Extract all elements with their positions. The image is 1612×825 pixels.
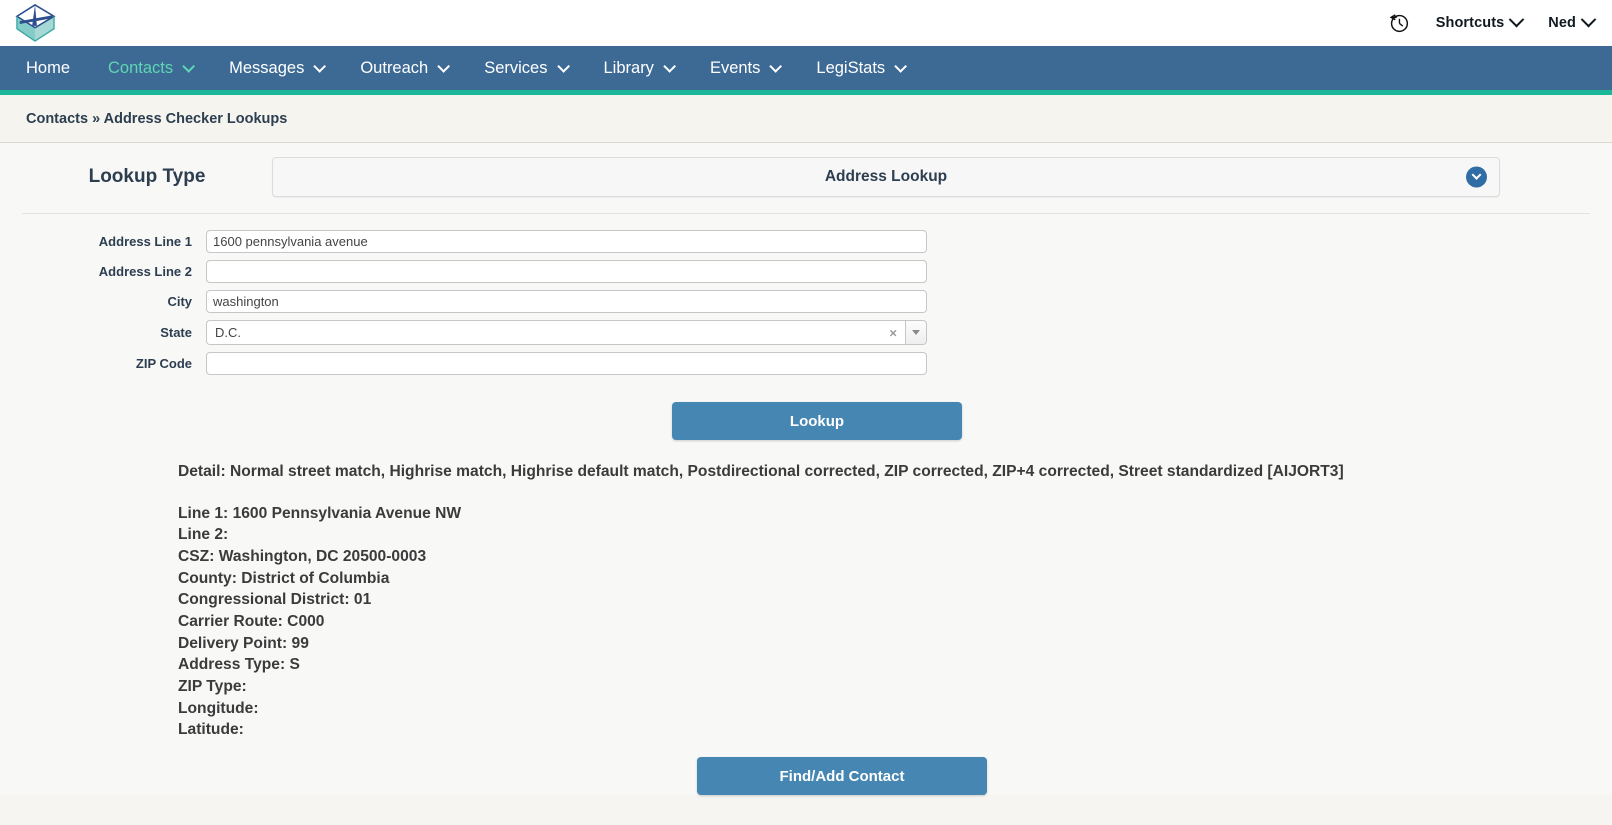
nav-item-label: Outreach [360, 58, 429, 77]
user-label: Ned [1548, 14, 1576, 31]
shortcuts-menu[interactable]: Shortcuts [1435, 11, 1525, 31]
chevron-down-icon [182, 59, 196, 73]
result-line: Address Type: S [178, 656, 300, 674]
result-line: Line 2: [178, 526, 229, 544]
nav-item-label: Home [26, 58, 71, 77]
field-label: ZIP Code [135, 356, 192, 371]
envelope-arrow-logo-icon[interactable] [14, 3, 56, 43]
breadcrumb[interactable]: Contacts » Address Checker Lookups [26, 111, 287, 127]
lookup-type-selected-value: Address Lookup [824, 168, 948, 185]
result-line: County: District of Columbia [178, 569, 390, 587]
nav-item-label: Contacts [108, 58, 174, 77]
result-line: Longitude: [178, 699, 259, 717]
brand[interactable] [14, 3, 56, 43]
lookup-button-wrap: Lookup [0, 382, 1612, 440]
form-row-address-line-1: Address Line 1 [0, 230, 1612, 253]
clear-x-icon[interactable]: × [889, 326, 897, 339]
nav-item-label: Messages [229, 58, 305, 77]
nav-item-label: Library [603, 58, 654, 77]
nav-item-services[interactable]: Services [484, 58, 570, 78]
breadcrumb-bar: Contacts » Address Checker Lookups [0, 95, 1612, 143]
result-line: CSZ: Washington, DC 20500-0003 [178, 548, 427, 566]
address-line-2-input[interactable] [206, 260, 927, 283]
city-input[interactable] [206, 290, 927, 313]
chevron-down-icon [437, 59, 451, 73]
result-detail: Detail: Normal street match, Highrise ma… [178, 463, 1344, 480]
form-row-address-line-2: Address Line 2 [0, 260, 1612, 283]
result-line: Carrier Route: C000 [178, 613, 325, 631]
address-line-1-input[interactable] [206, 230, 927, 253]
field-label: Address Line 2 [98, 264, 192, 279]
top-bar: Shortcuts Ned [0, 0, 1612, 46]
nav-item-contacts[interactable]: Contacts [108, 58, 196, 78]
form-row-zip-code: ZIP Code [0, 352, 1612, 375]
caret-down-icon[interactable] [905, 320, 927, 345]
state-select-value[interactable]: D.C. × [206, 320, 905, 345]
result-line: ZIP Type: [178, 678, 247, 696]
address-form: Address Line 1 Address Line 2 City State D.C… [0, 214, 1612, 375]
main-navigation: Home Contacts Messages Outreach Services Libr… [0, 46, 1612, 95]
result-line: Latitude: [178, 721, 244, 739]
lookup-button[interactable]: Lookup [672, 402, 962, 440]
result-lines: Line 1: 1600 Pennsylvania Avenue NW Line … [178, 503, 1582, 741]
lookup-type-select[interactable]: Address Lookup [272, 157, 1500, 197]
main-content: Lookup Type Address Lookup Address Line … [0, 143, 1612, 796]
shortcuts-label: Shortcuts [1435, 14, 1505, 31]
top-right-menu: Shortcuts Ned [1388, 11, 1597, 34]
user-menu[interactable]: Ned [1548, 11, 1597, 31]
field-label: State [160, 325, 192, 340]
nav-item-messages[interactable]: Messages [229, 58, 327, 78]
chevron-down-icon [663, 59, 676, 73]
lookup-type-label: Lookup Type [88, 166, 206, 187]
nav-item-library[interactable]: Library [603, 58, 676, 78]
chevron-down-icon [556, 59, 570, 73]
chevron-down-icon [769, 59, 783, 73]
state-select[interactable]: D.C. × [206, 320, 927, 345]
nav-item-outreach[interactable]: Outreach [360, 58, 451, 78]
clock-history-icon[interactable] [1388, 12, 1410, 34]
chevron-down-icon [1509, 11, 1525, 28]
nav-item-label: LegiStats [816, 58, 886, 77]
chevron-down-icon [894, 59, 908, 73]
lookup-type-row: Lookup Type Address Lookup [22, 143, 1590, 214]
chevron-down-circle-icon[interactable] [1466, 166, 1487, 188]
lookup-result: Detail: Normal street match, Highrise ma… [0, 440, 1612, 741]
state-selected-text: D.C. [215, 325, 241, 340]
zip-code-input[interactable] [206, 352, 927, 375]
form-row-state: State D.C. × [0, 320, 1612, 345]
result-line: Congressional District: 01 [178, 591, 372, 609]
nav-item-home[interactable]: Home [26, 59, 70, 78]
find-add-contact-button[interactable]: Find/Add Contact [697, 757, 987, 796]
chevron-down-icon [313, 59, 327, 73]
find-add-button-wrap: Find/Add Contact [0, 741, 1612, 796]
result-line: Delivery Point: 99 [178, 634, 309, 652]
chevron-down-icon [1580, 11, 1597, 28]
nav-item-label: Services [484, 58, 548, 77]
nav-item-legistats[interactable]: LegiStats [816, 58, 908, 78]
result-line: Line 1: 1600 Pennsylvania Avenue NW [178, 504, 462, 522]
nav-item-label: Events [709, 58, 761, 77]
field-label: City [167, 294, 192, 309]
form-row-city: City [0, 290, 1612, 313]
nav-item-events[interactable]: Events [709, 58, 783, 78]
field-label: Address Line 1 [98, 234, 192, 249]
